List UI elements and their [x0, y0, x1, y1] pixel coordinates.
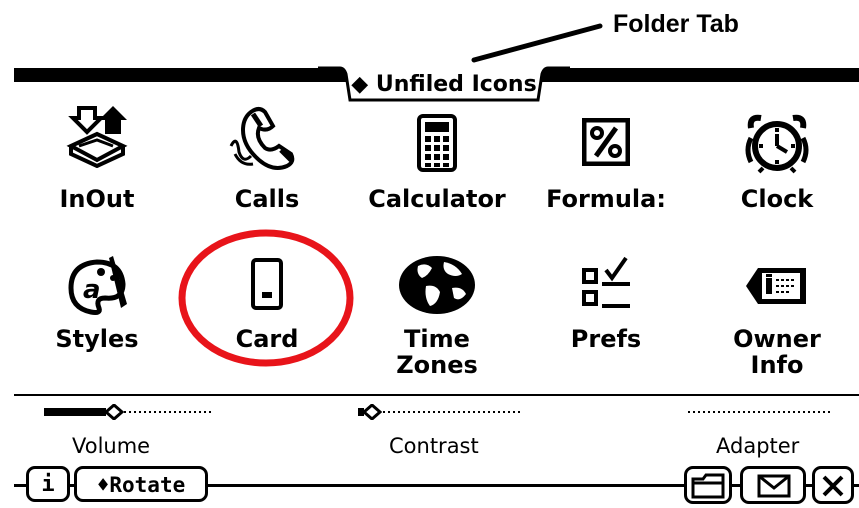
rotate-button[interactable]: ♦Rotate [74, 466, 208, 502]
divider [14, 394, 859, 396]
rotate-label: ♦Rotate [96, 473, 186, 497]
svg-text:a: a [83, 275, 101, 305]
app-label: Calls [234, 185, 300, 213]
globe-icon [399, 256, 475, 314]
app-formulas[interactable]: Formula: [526, 104, 686, 216]
volume-label: Volume [72, 434, 151, 458]
folder-tab[interactable]: ◆ Unfiled Icons [318, 66, 570, 102]
app-inout[interactable]: InOut [17, 104, 177, 216]
mail-button[interactable] [740, 466, 806, 504]
app-prefs[interactable]: Prefs [526, 252, 686, 364]
alarm-clock-icon [745, 114, 809, 174]
app-calculator[interactable]: Calculator [357, 104, 517, 216]
close-button[interactable] [812, 466, 854, 504]
app-calls[interactable]: Calls [187, 104, 347, 216]
inout-icon [66, 106, 128, 168]
envelope-icon [757, 474, 791, 498]
palette-icon: a [68, 256, 127, 315]
folder-tab-title: ◆ Unfiled Icons [351, 72, 537, 97]
app-label: Styles [55, 325, 139, 353]
app-styles[interactable]: a Styles [17, 252, 177, 364]
card-highlight-circle [178, 229, 354, 367]
calculator-icon [417, 114, 457, 172]
folder-tab-annotation: Folder Tab [613, 10, 739, 38]
app-clock[interactable]: Clock [697, 104, 857, 216]
phone-icon [229, 107, 295, 170]
app-label-line1: Time [404, 325, 470, 353]
contrast-label: Contrast [389, 434, 479, 458]
adapter-label: Adapter [716, 434, 800, 458]
app-label: InOut [59, 185, 135, 213]
folder-button[interactable] [684, 466, 732, 504]
app-ownerinfo[interactable]: Owner Info [697, 252, 857, 382]
app-label-line2: Zones [396, 351, 478, 379]
contrast-slider[interactable] [358, 403, 520, 421]
app-label: Calculator [368, 185, 506, 213]
info-button[interactable]: i [26, 466, 70, 502]
app-label: Formula: [546, 185, 666, 213]
adapter-indicator [688, 404, 832, 420]
info-icon: i [41, 472, 55, 497]
checklist-icon [582, 256, 630, 308]
app-label: Clock [740, 185, 814, 213]
volume-slider[interactable] [44, 403, 214, 421]
percent-icon [582, 118, 630, 166]
app-label-line2: Info [750, 351, 804, 379]
app-label: Owner Info [697, 326, 857, 378]
app-timezones[interactable]: Time Zones [357, 252, 517, 382]
app-label: Prefs [570, 325, 642, 353]
folder-icon [691, 473, 725, 499]
close-icon [822, 475, 844, 497]
app-label: Time Zones [357, 326, 517, 378]
app-label-line1: Owner [733, 325, 821, 353]
id-tag-icon [746, 268, 806, 304]
